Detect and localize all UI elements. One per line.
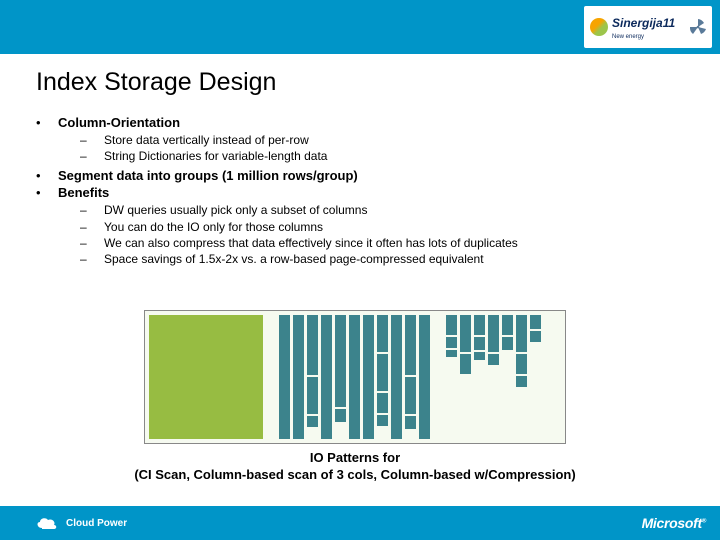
logo-swirl-icon [590, 18, 608, 36]
cloud-icon [34, 514, 60, 532]
microsoft-logo: Microsoft® [642, 515, 706, 531]
io-patterns-diagram [144, 310, 566, 444]
cloud-power-label: Cloud Power [66, 518, 127, 529]
slide-content: Index Storage Design •Column-Orientation… [36, 68, 700, 271]
bullet-item: •Column-Orientation [36, 115, 700, 130]
event-logo: Sinergija11 New energy [584, 6, 712, 48]
column-scan-group [279, 315, 430, 439]
diagram-caption: IO Patterns for (CI Scan, Column-based s… [130, 450, 580, 484]
sub-bullet-item: –You can do the IO only for those column… [80, 219, 700, 235]
sub-bullet-item: –DW queries usually pick only a subset o… [80, 202, 700, 218]
ci-scan-block [149, 315, 263, 439]
sub-bullet-item: –Store data vertically instead of per-ro… [80, 132, 700, 148]
sub-bullet-list: –Store data vertically instead of per-ro… [80, 132, 700, 164]
logo-brand: Sinergija11 [612, 16, 675, 30]
sub-bullet-item: –String Dictionaries for variable-length… [80, 148, 700, 164]
windmill-icon [688, 17, 708, 37]
slide-title: Index Storage Design [36, 68, 700, 97]
bullet-item: •Benefits [36, 185, 700, 200]
bullet-item: •Segment data into groups (1 million row… [36, 168, 700, 183]
sub-bullet-list: –DW queries usually pick only a subset o… [80, 202, 700, 267]
sub-bullet-item: –We can also compress that data effectiv… [80, 235, 700, 251]
bullet-list: •Column-Orientation –Store data vertical… [36, 115, 700, 267]
sub-bullet-item: –Space savings of 1.5x-2x vs. a row-base… [80, 251, 700, 267]
footer-bar: Cloud Power Microsoft® [0, 506, 720, 540]
compressed-scan-group [446, 315, 541, 439]
cloud-power-badge: Cloud Power [34, 514, 127, 532]
logo-tagline: New energy [612, 34, 675, 40]
header-bar: Sinergija11 New energy [0, 0, 720, 54]
